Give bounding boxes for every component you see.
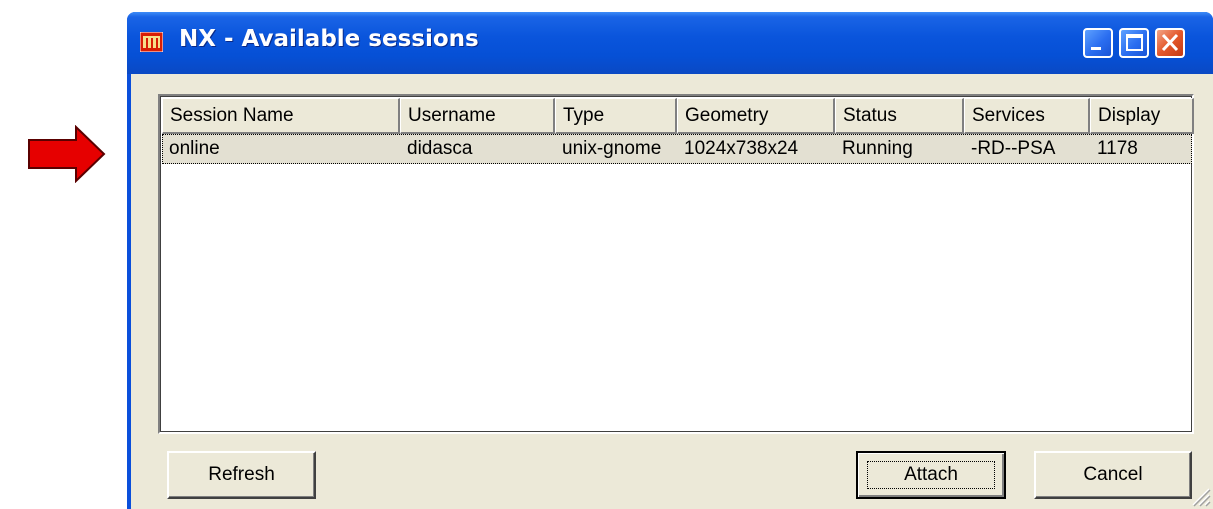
cell-display: 1178 [1097,138,1138,159]
screenshot-stage: NX - Available sessions Session Name Use… [0,0,1213,509]
refresh-button[interactable]: Refresh [167,451,316,499]
close-icon [1161,33,1179,52]
column-header-display[interactable]: Display [1090,98,1194,134]
column-header-services[interactable]: Services [964,98,1090,134]
title-bar[interactable]: NX - Available sessions [127,12,1213,74]
dialog-client-area: Session Name Username Type Geometry Stat… [131,74,1213,509]
cell-username: didasca [407,138,473,159]
attach-button[interactable]: Attach [856,451,1006,499]
table-row[interactable]: online didasca unix-gnome 1024x738x24 Ru… [162,134,1192,164]
minimize-button[interactable] [1083,28,1113,58]
cell-geometry: 1024x738x24 [684,138,799,159]
cell-session-name: online [169,138,220,159]
maximize-icon [1126,34,1143,51]
cell-status: Running [842,138,913,159]
sessions-list[interactable]: Session Name Username Type Geometry Stat… [158,94,1194,434]
resize-grip-icon[interactable] [1187,483,1211,507]
column-header-geometry[interactable]: Geometry [677,98,835,134]
column-header-type[interactable]: Type [555,98,677,134]
red-arrow-right-icon [28,125,106,183]
available-sessions-window: NX - Available sessions Session Name Use… [127,12,1213,509]
minimize-icon [1091,47,1101,50]
attach-button-label: Attach [904,464,958,485]
nx-app-icon [140,32,163,52]
cell-type: unix-gnome [562,138,662,159]
cell-services: -RD--PSA [971,138,1056,159]
column-header-status[interactable]: Status [835,98,964,134]
column-header-session-name[interactable]: Session Name [162,98,400,134]
close-button[interactable] [1155,28,1185,58]
column-header-username[interactable]: Username [400,98,555,134]
cancel-button[interactable]: Cancel [1034,451,1192,499]
maximize-button[interactable] [1119,28,1149,58]
window-title: NX - Available sessions [179,26,479,52]
sessions-list-header: Session Name Username Type Geometry Stat… [162,98,1194,134]
